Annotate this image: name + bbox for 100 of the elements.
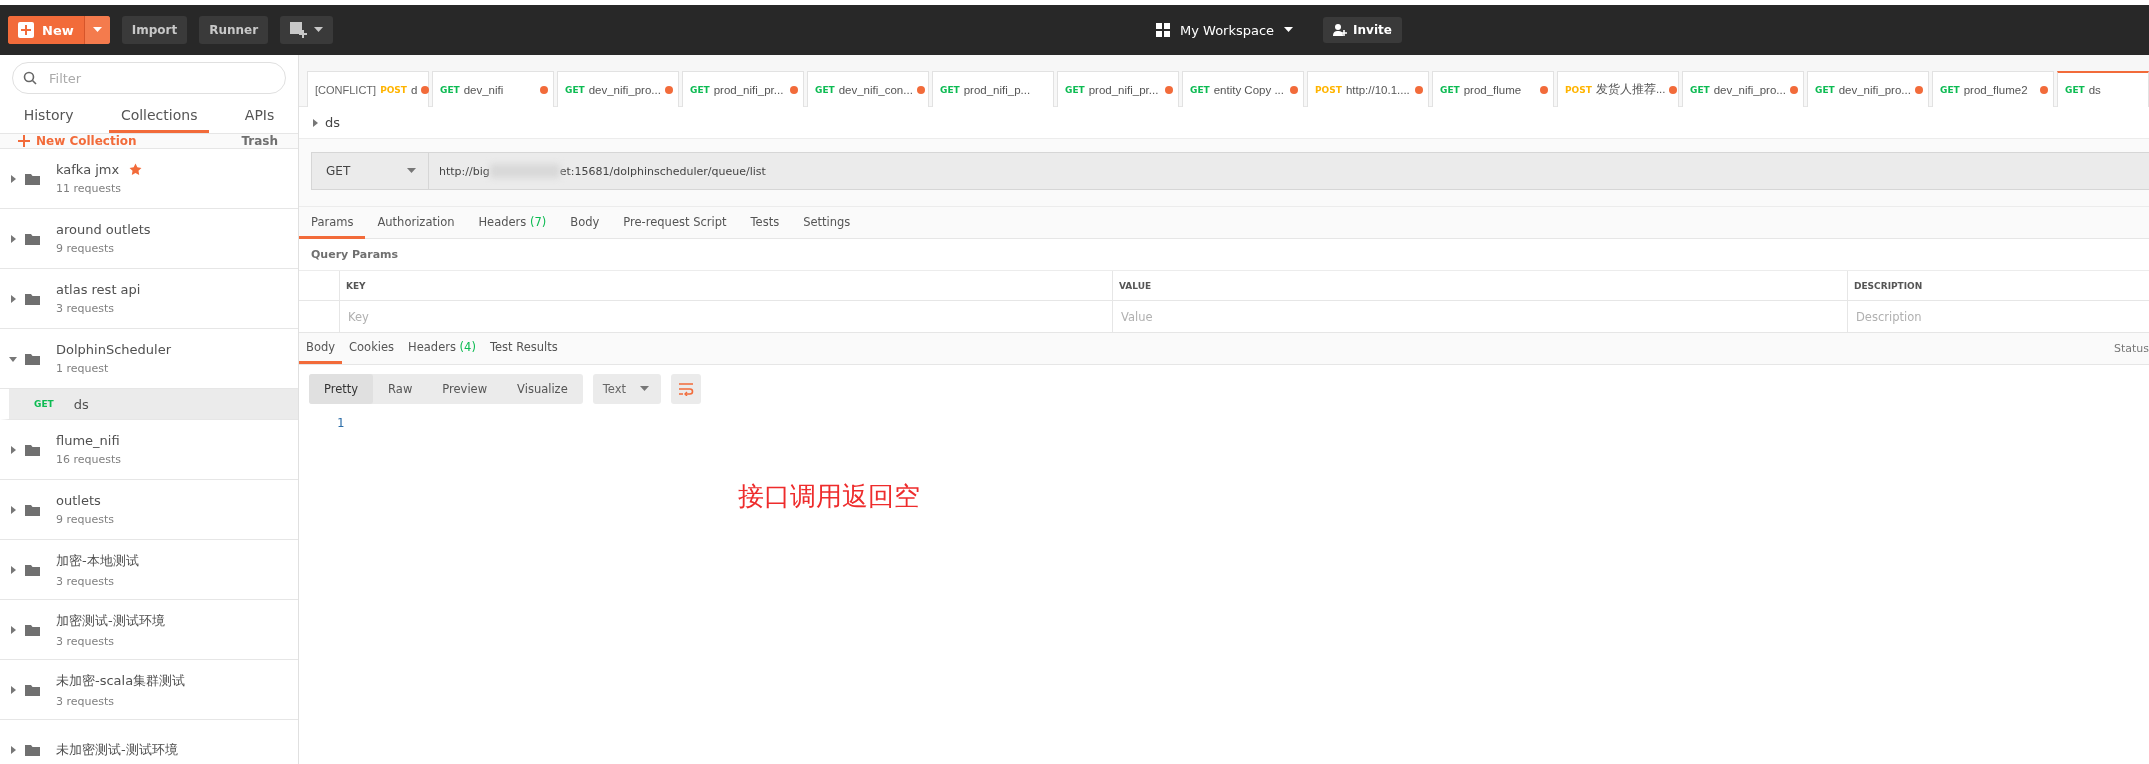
new-dropdown-button[interactable] — [83, 16, 110, 44]
expand-toggle-icon[interactable] — [9, 505, 17, 514]
expand-toggle-icon[interactable] — [9, 625, 17, 634]
conflict-label: [CONFLICT] — [315, 83, 377, 96]
plus-icon — [18, 22, 34, 38]
toolbar-button[interactable]: Runner — [199, 16, 269, 44]
view-mode-tab[interactable]: Visualize — [502, 374, 583, 404]
request-tab[interactable]: GET dev_nifi_pro... — [557, 71, 679, 107]
request-tab[interactable]: GET ds — [2057, 71, 2149, 107]
request-tab[interactable]: POST 发货人推荐... — [1557, 71, 1679, 107]
request-count: 3 requests — [56, 694, 116, 708]
collection-row[interactable]: outlets 9 requests — [0, 480, 298, 540]
expand-toggle-icon[interactable] — [9, 445, 17, 454]
tab-title: prod_flume — [1463, 83, 1522, 96]
request-section-tab[interactable]: Params — [299, 207, 366, 239]
request-section-tab[interactable]: Authorization — [365, 207, 467, 239]
collection-row[interactable]: atlas rest api 3 requests — [0, 269, 298, 329]
sidebar-tab[interactable]: History — [11, 99, 86, 133]
request-tab[interactable]: POST http://10.1.... — [1307, 71, 1429, 107]
response-tab[interactable]: Body — [299, 333, 343, 364]
caret-icon — [1284, 27, 1294, 33]
expand-toggle-icon[interactable] — [9, 354, 17, 363]
tab-title: prod_flume2 — [1963, 83, 2028, 96]
collection-name[interactable]: outlets — [56, 493, 101, 508]
collection-row[interactable]: 加密测试-测试环境 3 requests — [0, 600, 298, 660]
request-tab[interactable]: GET prod_nifi_pr... — [682, 71, 804, 107]
method-label: GET — [815, 84, 835, 95]
sidebar-tab[interactable]: APIs — [232, 99, 287, 133]
method-label: POST — [1565, 84, 1592, 95]
collection-row[interactable]: 未加密-scala集群测试 3 requests — [0, 660, 298, 720]
request-tab[interactable]: [CONFLICT] POST d — [307, 71, 429, 107]
expand-toggle-icon[interactable] — [311, 118, 319, 127]
request-tab[interactable]: GET dev_nifi — [432, 71, 554, 107]
request-tab[interactable]: GET prod_nifi_pr... — [1057, 71, 1179, 107]
collection-name[interactable]: flume_nifi — [56, 433, 120, 448]
tab-title: d — [411, 83, 418, 96]
request-tab[interactable]: GET prod_flume — [1432, 71, 1554, 107]
folder-icon — [25, 292, 40, 305]
request-count: 9 requests — [56, 513, 115, 526]
collection-name[interactable]: kafka jmx — [56, 162, 120, 177]
toolbar-button[interactable]: Import — [121, 16, 188, 44]
trash-button[interactable]: Trash — [241, 134, 278, 148]
request-section-tab[interactable]: Settings — [791, 207, 863, 239]
collection-row[interactable]: 未加密测试-测试环境 — [0, 720, 298, 764]
view-mode-tab[interactable]: Pretty — [309, 374, 374, 404]
wrap-lines-icon — [678, 382, 694, 396]
request-count: 3 requests — [56, 574, 116, 588]
expand-toggle-icon[interactable] — [9, 685, 17, 694]
format-select[interactable]: Text — [592, 374, 661, 404]
request-tab[interactable]: GET entity Copy ... — [1182, 71, 1304, 107]
response-tab[interactable]: Test Results — [482, 333, 565, 364]
request-section-tab[interactable]: Pre-request Script — [611, 207, 739, 239]
collection-row[interactable]: 加密-本地测试 3 requests — [0, 540, 298, 600]
collection-name[interactable]: 加密-本地测试 — [56, 551, 139, 570]
view-mode-tab[interactable]: Preview — [427, 374, 503, 404]
request-item[interactable]: GET ds — [0, 389, 298, 420]
response-tab[interactable]: Headers (4) — [401, 333, 483, 364]
request-tab[interactable]: GET dev_nifi_con... — [807, 71, 929, 107]
collection-name[interactable]: 未加密测试-测试环境 — [56, 740, 178, 759]
request-count: 1 request — [56, 362, 110, 375]
folder-icon — [25, 683, 40, 696]
response-tab[interactable]: Cookies — [342, 333, 402, 364]
caret-icon — [314, 27, 324, 33]
method-label: GET — [2065, 85, 2085, 95]
expand-toggle-icon[interactable] — [9, 174, 17, 183]
collection-row[interactable]: around outlets 9 requests — [0, 209, 298, 269]
expand-toggle-icon[interactable] — [9, 234, 17, 243]
collection-row[interactable]: flume_nifi 16 requests — [0, 420, 298, 480]
expand-toggle-icon[interactable] — [9, 745, 17, 754]
method-label: GET — [440, 84, 460, 95]
request-section-tab[interactable]: Body — [558, 207, 612, 239]
caret-icon — [640, 386, 649, 392]
collection-name[interactable]: around outlets — [56, 222, 151, 237]
new-window-button[interactable] — [280, 16, 334, 44]
invite-button[interactable]: Invite — [1323, 17, 1402, 43]
collection-name[interactable]: 未加密-scala集群测试 — [56, 671, 186, 690]
workspace-menu[interactable]: My Workspace — [1150, 21, 1300, 39]
filter-input[interactable]: Filter — [47, 69, 275, 87]
request-tab[interactable]: GET prod_flume2 — [1932, 71, 2054, 107]
method-label: GET — [565, 84, 585, 95]
request-tab[interactable]: GET prod_nifi_p... — [932, 71, 1054, 107]
folder-icon — [25, 443, 40, 456]
folder-icon — [25, 563, 40, 576]
request-tab[interactable]: GET dev_nifi_pro... — [1807, 71, 1929, 107]
collection-name[interactable]: atlas rest api — [56, 282, 141, 297]
line-number: 1 — [336, 415, 346, 430]
expand-toggle-icon[interactable] — [9, 294, 17, 303]
request-section-tab[interactable]: Headers (7) — [466, 207, 559, 239]
request-section-tab[interactable]: Tests — [738, 207, 792, 239]
status-label: Status — [2113, 342, 2149, 355]
collection-name[interactable]: DolphinScheduler — [56, 342, 171, 357]
request-tab[interactable]: GET dev_nifi_pro... — [1682, 71, 1804, 107]
collection-name[interactable]: 加密测试-测试环境 — [56, 611, 165, 630]
tab-title: prod_nifi_p... — [963, 83, 1031, 96]
view-mode-tab[interactable]: Raw — [373, 374, 428, 404]
star-icon[interactable] — [129, 163, 143, 176]
method-label: GET — [1440, 84, 1460, 95]
collection-row[interactable]: kafka jmx 11 requests — [0, 149, 298, 209]
method-label: GET — [1940, 84, 1960, 95]
expand-toggle-icon[interactable] — [9, 565, 17, 574]
